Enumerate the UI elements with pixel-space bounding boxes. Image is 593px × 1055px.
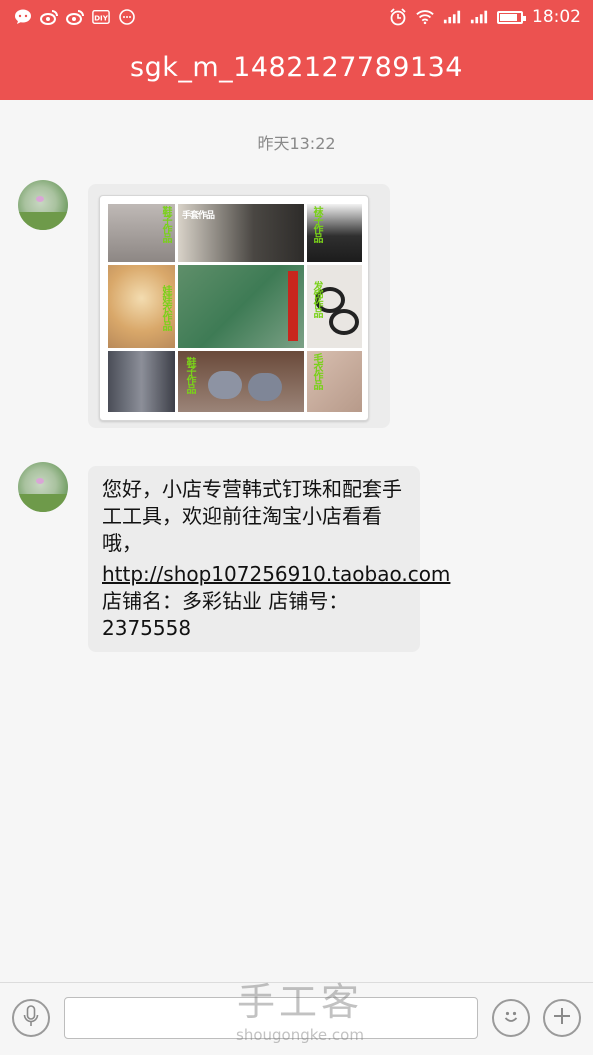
shop-link[interactable]: http://shop107256910.taobao.com bbox=[102, 561, 450, 588]
collage-tile-slippers: 鞋子作品 bbox=[178, 351, 304, 412]
collage-tile-hat: 鞋子作品 bbox=[108, 204, 175, 262]
collage-caption: 手套作品 bbox=[182, 211, 215, 221]
avatar-flower bbox=[36, 196, 44, 202]
collage-tile-leggings bbox=[108, 351, 175, 412]
diy-icon: DIY bbox=[92, 8, 110, 26]
collage-caption: 发饰作品 bbox=[311, 281, 322, 317]
avatar[interactable] bbox=[18, 462, 68, 512]
diy-icon-label: DIY bbox=[94, 14, 109, 23]
collage-caption: 鞋子作品 bbox=[184, 357, 195, 393]
collage-tile-tool bbox=[178, 265, 304, 348]
microphone-icon bbox=[23, 1005, 39, 1031]
battery-icon bbox=[497, 10, 526, 24]
more-icon bbox=[118, 8, 136, 26]
image-message-bubble[interactable]: 鞋子作品 手套作品 袜子作品 娃娃衣作品 发饰作品 鞋子作品 毛衣作品 bbox=[88, 184, 390, 428]
collage-tile-socks: 袜子作品 bbox=[307, 204, 362, 262]
collage-tile-doll-dress: 娃娃衣作品 bbox=[108, 265, 175, 348]
notification-icons: DIY bbox=[14, 8, 136, 26]
input-bar bbox=[0, 982, 593, 1055]
collage-slipper bbox=[208, 371, 242, 399]
message-input[interactable] bbox=[64, 997, 478, 1039]
weibo-icon bbox=[40, 8, 58, 26]
collage-slipper bbox=[248, 373, 282, 401]
avatar-ground bbox=[18, 494, 68, 512]
system-icons: 18:02 bbox=[389, 7, 581, 27]
collage-tile-sweater: 毛衣作品 bbox=[307, 351, 362, 412]
message-timestamp: 昨天13:22 bbox=[257, 134, 336, 153]
collage-hair-tie bbox=[329, 309, 359, 335]
product-collage-image[interactable]: 鞋子作品 手套作品 袜子作品 娃娃衣作品 发饰作品 鞋子作品 毛衣作品 bbox=[108, 204, 362, 412]
smiley-icon bbox=[500, 1005, 522, 1031]
collage-caption: 鞋子作品 bbox=[160, 206, 171, 242]
plus-icon bbox=[552, 1006, 572, 1030]
conversation-title: sgk_m_1482127789134 bbox=[0, 36, 593, 100]
weibo-icon bbox=[66, 8, 84, 26]
message-text-shop-info: 店铺名：多彩钻业 店铺号：2375558 bbox=[102, 589, 349, 640]
emoji-button[interactable] bbox=[492, 999, 530, 1037]
signal-icon bbox=[443, 8, 461, 26]
message-text: 您好，小店专营韩式钉珠和配套手工工具，欢迎前往淘宝小店看看哦， bbox=[102, 477, 402, 555]
chat-icon bbox=[14, 8, 32, 26]
alarm-icon bbox=[389, 8, 407, 26]
image-frame[interactable]: 鞋子作品 手套作品 袜子作品 娃娃衣作品 发饰作品 鞋子作品 毛衣作品 bbox=[99, 195, 369, 421]
collage-tile-hair-ties: 发饰作品 bbox=[307, 265, 362, 348]
plus-button[interactable] bbox=[543, 999, 581, 1037]
signal-icon bbox=[470, 8, 488, 26]
collage-red-strip bbox=[288, 271, 298, 341]
voice-button[interactable] bbox=[12, 999, 50, 1037]
text-message-bubble[interactable]: 您好，小店专营韩式钉珠和配套手工工具，欢迎前往淘宝小店看看哦， http://s… bbox=[88, 466, 450, 652]
collage-caption: 娃娃衣作品 bbox=[160, 285, 171, 330]
status-bar: DIY 18:02 bbox=[0, 0, 593, 36]
collage-tile-gloves: 手套作品 bbox=[178, 204, 304, 262]
collage-caption: 毛衣作品 bbox=[311, 353, 322, 389]
collage-caption: 袜子作品 bbox=[311, 206, 322, 242]
avatar-ground bbox=[18, 212, 68, 230]
status-time: 18:02 bbox=[532, 7, 581, 27]
avatar[interactable] bbox=[18, 180, 68, 230]
avatar-flower bbox=[36, 478, 44, 484]
wifi-icon bbox=[416, 8, 434, 26]
